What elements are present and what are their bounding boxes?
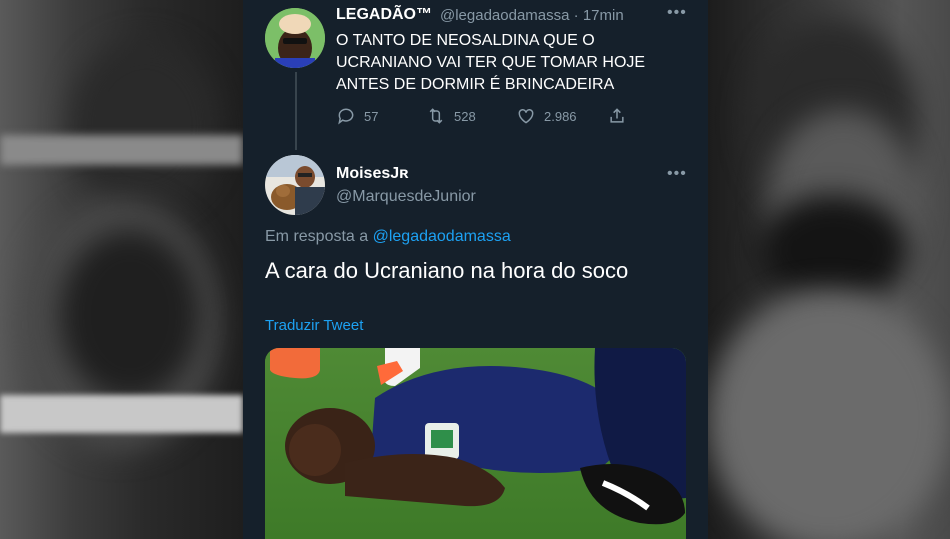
retweet-icon [429,108,443,124]
like-count: 2.986 [544,108,577,124]
tweet2-handle[interactable]: @MarquesdeJunior [336,188,476,206]
thread-connector-line [295,72,297,150]
meta-separator: · [573,7,579,24]
retweet-button[interactable]: 528 [426,106,476,126]
more-icon[interactable]: ••• [667,4,687,22]
tweet2-display-name[interactable]: MoisesJʀ [336,165,408,183]
tweet1-time[interactable]: 17min [583,7,624,24]
tweet1-text-line: UCRANIANO VAI TER QUE TOMAR HOJE [336,54,646,71]
tweet-thread: LEGADÃO™ @legadaodamassa · 17min ••• O T… [243,0,708,539]
tweet-media-photo[interactable] [265,348,686,539]
share-button[interactable] [607,106,627,126]
heart-icon [518,108,534,124]
tweet1-meta: @legadaodamassa · 17min [440,7,624,24]
reply-button[interactable]: 57 [336,106,378,126]
retweet-count: 528 [454,108,476,124]
tweet1-handle[interactable]: @legadaodamassa [440,7,569,24]
like-button[interactable]: 2.986 [516,106,577,126]
background-photo-right [708,0,950,539]
tweet1-text: O TANTO DE NEOSALDINA QUE O UCRANIANO VA… [336,30,645,96]
share-icon [610,108,624,123]
tweet1-text-line: ANTES DE DORMIR É BRINCADEIRA [336,76,615,93]
reply-to-link[interactable]: @legadaodamassa [373,228,511,245]
reply-prefix: Em resposta a [265,228,369,245]
tweet1-display-name[interactable]: LEGADÃO™ [336,6,432,24]
avatar-moisesjr[interactable] [265,155,325,215]
more-icon[interactable]: ••• [667,165,687,183]
background-photo-left [0,0,243,539]
reply-context: Em resposta a @legadaodamassa [265,228,511,246]
reply-icon [338,108,354,125]
avatar-legadao[interactable] [265,8,325,68]
tweet1-text-line: O TANTO DE NEOSALDINA QUE O [336,32,595,49]
reply-count: 57 [364,108,379,124]
translate-tweet-link[interactable]: Traduzir Tweet [265,317,363,334]
tweet2-text: A cara do Ucraniano na hora do soco [265,258,629,283]
